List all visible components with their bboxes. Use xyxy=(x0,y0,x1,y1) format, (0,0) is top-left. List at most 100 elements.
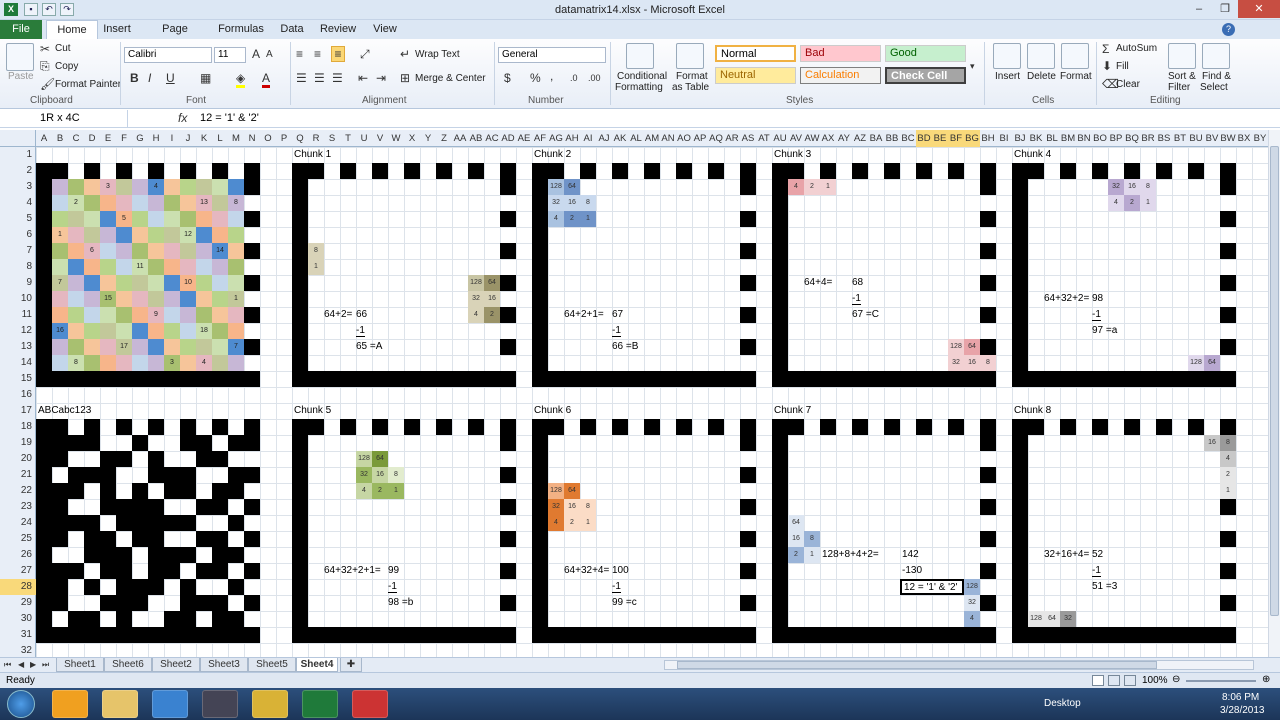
merge-center-button[interactable]: Merge & Center xyxy=(415,73,486,84)
format-painter-button[interactable]: Format Painter xyxy=(55,79,121,90)
prev-sheet-icon[interactable]: ◀ xyxy=(18,658,24,672)
style-good[interactable]: Good xyxy=(885,45,966,62)
font-family-select[interactable]: Calibri xyxy=(124,47,212,63)
minimize-button[interactable]: – xyxy=(1186,0,1212,18)
tab-page-layout[interactable]: Page Layout xyxy=(146,20,204,53)
delete-cells-button[interactable]: Delete xyxy=(1027,71,1056,82)
insert-cells-button[interactable]: Insert xyxy=(995,71,1020,82)
tab-data[interactable]: Data xyxy=(278,20,306,39)
increase-indent-icon[interactable]: ⇥ xyxy=(376,71,386,85)
formula-input[interactable]: 12 = '1' & '2' xyxy=(200,112,259,124)
help-icon[interactable]: ? xyxy=(1222,23,1235,36)
italic-button[interactable]: I xyxy=(148,71,151,85)
internet-explorer-icon[interactable] xyxy=(152,690,188,718)
shrink-font-icon[interactable]: A xyxy=(266,48,273,62)
column-header: W xyxy=(391,133,401,144)
folder-icon[interactable] xyxy=(102,690,138,718)
currency-button[interactable]: $ xyxy=(504,71,511,85)
recording-app-icon[interactable] xyxy=(352,690,388,718)
close-button[interactable]: ✕ xyxy=(1238,0,1280,18)
tab-insert[interactable]: Insert xyxy=(100,20,134,39)
scroll-thumb[interactable] xyxy=(1270,146,1279,616)
hscroll-thumb[interactable] xyxy=(677,661,1157,669)
last-sheet-icon[interactable]: ⏭ xyxy=(42,658,49,672)
page-break-view-icon[interactable] xyxy=(1124,675,1136,686)
styles-more-icon[interactable]: ▾ xyxy=(970,59,975,73)
grow-font-icon[interactable]: A xyxy=(252,47,260,61)
tool-icon[interactable] xyxy=(202,690,238,718)
next-sheet-icon[interactable]: ▶ xyxy=(30,658,36,672)
sheet-tab-sheet3[interactable]: Sheet3 xyxy=(200,658,248,672)
sheet-tab-sheet2[interactable]: Sheet2 xyxy=(152,658,200,672)
format-as-table-button[interactable]: Format xyxy=(676,71,708,82)
align-left-icon[interactable]: ☰ xyxy=(296,71,307,85)
autosum-button[interactable]: AutoSum xyxy=(1116,43,1157,54)
bold-button[interactable]: B xyxy=(130,71,139,85)
sheet-tab-sheet1[interactable]: Sheet1 xyxy=(56,658,104,672)
style-bad[interactable]: Bad xyxy=(800,45,881,62)
sheet-tab-sheet5[interactable]: Sheet5 xyxy=(248,658,296,672)
selected-cell-range[interactable]: 12 = '1' & '2' xyxy=(900,579,964,595)
format-cells-button[interactable]: Format xyxy=(1060,71,1092,82)
maximize-button[interactable]: ❐ xyxy=(1212,0,1238,18)
zoom-slider[interactable] xyxy=(1186,680,1256,682)
color-map-number: 1 xyxy=(234,295,238,302)
sheet-tab-sheet6[interactable]: Sheet6 xyxy=(104,658,152,672)
fill-color-icon[interactable]: ◈ xyxy=(236,71,246,88)
zoom-out-icon[interactable]: ⊖ xyxy=(1172,674,1180,685)
tab-view[interactable]: View xyxy=(370,20,400,39)
worksheet-grid[interactable]: A B C D E F G H I J K L M N O P Q R S T U V W X Y Z AA AB AC AD AE AF AG… xyxy=(0,130,1270,657)
tab-file[interactable]: File xyxy=(0,20,42,39)
borders-icon[interactable]: ▦ xyxy=(200,71,211,85)
style-normal[interactable]: Normal xyxy=(715,45,796,62)
decrease-decimal-icon[interactable]: .00 xyxy=(588,71,601,85)
font-color-icon[interactable]: A xyxy=(262,71,271,88)
decrease-indent-icon[interactable]: ⇤ xyxy=(358,71,368,85)
outlook-icon[interactable] xyxy=(52,690,88,718)
align-right-icon[interactable]: ☰ xyxy=(332,71,343,85)
paste-button[interactable]: Paste xyxy=(8,71,34,82)
align-top-icon[interactable]: ≡ xyxy=(296,47,303,61)
insert-function-button[interactable]: fx xyxy=(178,111,187,125)
first-sheet-icon[interactable]: ⏮ xyxy=(4,658,11,672)
zoom-in-icon[interactable]: ⊕ xyxy=(1262,674,1270,685)
desktop-toolbar[interactable]: Desktop xyxy=(1044,698,1081,709)
align-center-icon[interactable]: ☰ xyxy=(314,71,325,85)
vertical-scrollbar[interactable] xyxy=(1268,130,1280,657)
paste-icon[interactable] xyxy=(6,43,34,71)
clear-button[interactable]: Clear xyxy=(1116,79,1140,90)
fill-button[interactable]: Fill xyxy=(1116,61,1129,72)
sort-filter-button[interactable]: Sort & xyxy=(1168,71,1196,82)
cut-button[interactable]: Cut xyxy=(55,43,71,54)
calc-value: 100 xyxy=(612,565,629,576)
paint-icon[interactable] xyxy=(252,690,288,718)
zoom-level[interactable]: 100% xyxy=(1142,675,1168,686)
new-sheet-icon[interactable]: ✚ xyxy=(340,658,362,672)
comma-button[interactable]: , xyxy=(550,69,553,83)
normal-view-icon[interactable] xyxy=(1092,675,1104,686)
style-neutral[interactable]: Neutral xyxy=(715,67,796,84)
sheet-tab-sheet4[interactable]: Sheet4 xyxy=(296,658,338,672)
style-check-cell[interactable]: Check Cell xyxy=(885,67,966,84)
tab-review[interactable]: Review xyxy=(318,20,358,39)
name-box[interactable]: 1R x 4C xyxy=(0,110,128,127)
increase-decimal-icon[interactable]: .0 xyxy=(570,71,578,85)
style-calculation[interactable]: Calculation xyxy=(800,67,881,84)
align-bottom-icon[interactable]: ≡ xyxy=(331,46,345,62)
page-layout-view-icon[interactable] xyxy=(1108,675,1120,686)
copy-button[interactable]: Copy xyxy=(55,61,78,72)
conditional-formatting-button[interactable]: Conditional xyxy=(617,71,667,82)
align-middle-icon[interactable]: ≡ xyxy=(314,47,321,61)
excel-taskbar-icon[interactable] xyxy=(302,690,338,718)
underline-button[interactable]: U xyxy=(166,71,175,85)
orientation-icon[interactable]: ⤢ xyxy=(360,47,370,61)
windows-start-icon[interactable] xyxy=(7,690,35,718)
percent-button[interactable]: % xyxy=(530,71,541,85)
find-select-button[interactable]: Find & xyxy=(1202,71,1231,82)
font-size-select[interactable]: 11 xyxy=(214,47,246,63)
horizontal-scrollbar[interactable] xyxy=(664,660,1254,670)
tab-formulas[interactable]: Formulas xyxy=(216,20,266,39)
tab-home[interactable]: Home xyxy=(46,20,98,39)
wrap-text-button[interactable]: Wrap Text xyxy=(415,49,460,60)
number-format-select[interactable]: General xyxy=(498,47,606,63)
